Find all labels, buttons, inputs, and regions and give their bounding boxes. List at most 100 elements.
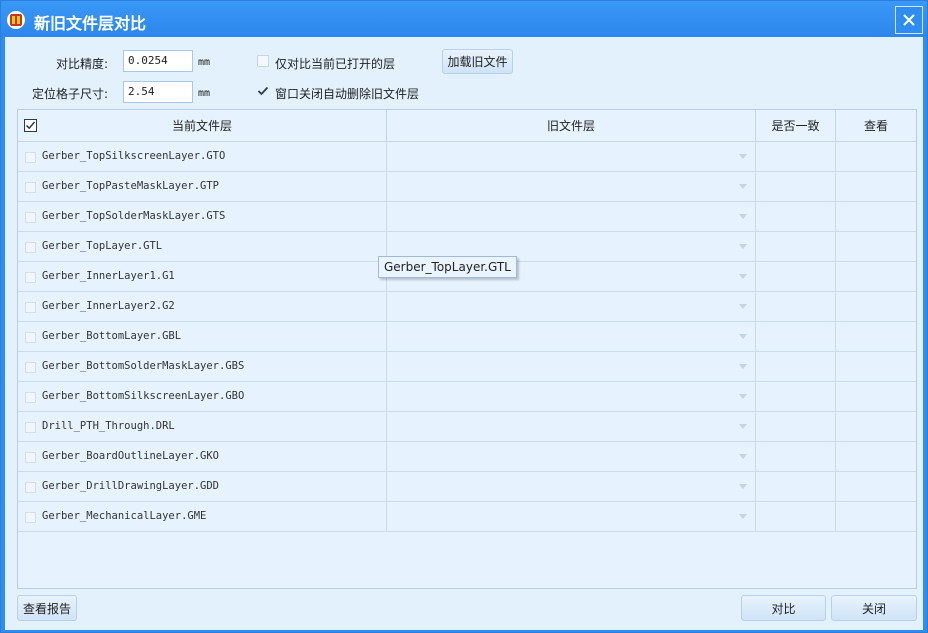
view-cell[interactable] [836,472,916,502]
old-layer-dropdown[interactable] [387,382,756,412]
table-row[interactable]: Gerber_InnerLayer2.G2 [18,292,916,322]
current-layer-name: Gerber_BoardOutlineLayer.GKO [42,450,220,462]
dropdown-arrow-icon[interactable] [739,244,747,249]
close-button[interactable] [895,6,923,34]
row-checkbox[interactable] [25,482,36,493]
dropdown-arrow-icon[interactable] [739,454,747,459]
dropdown-arrow-icon[interactable] [739,424,747,429]
auto-delete-checkbox[interactable] [256,84,270,98]
grid-size-label: 定位格子尺寸: [32,87,109,101]
view-cell[interactable] [836,262,916,292]
view-cell[interactable] [836,352,916,382]
table-row[interactable]: Drill_PTH_Through.DRL [18,412,916,442]
compare-button[interactable]: 对比 [741,595,826,621]
table-row[interactable]: Gerber_DrillDrawingLayer.GDD [18,472,916,502]
old-layer-dropdown[interactable] [387,502,756,532]
dropdown-arrow-icon[interactable] [739,484,747,489]
current-layer-name: Gerber_BottomSilkscreenLayer.GBO [42,390,245,402]
view-cell[interactable] [836,412,916,442]
row-checkbox[interactable] [25,302,36,313]
view-cell[interactable] [836,442,916,472]
title-bar[interactable]: 新旧文件层对比 [1,1,927,37]
column-current-layer[interactable]: 当前文件层 [18,110,387,142]
table-row[interactable]: Gerber_MechanicalLayer.GME [18,502,916,532]
app-logo-icon [7,11,25,29]
dropdown-arrow-icon[interactable] [739,394,747,399]
checkmark-icon [257,86,269,96]
current-layer-name: Gerber_TopPasteMaskLayer.GTP [42,180,220,192]
view-cell[interactable] [836,292,916,322]
row-checkbox[interactable] [25,362,36,373]
column-current-layer-label: 当前文件层 [171,119,232,133]
cell-current-layer: Gerber_BottomSilkscreenLayer.GBO [18,382,387,412]
old-layer-dropdown[interactable] [387,442,756,472]
old-layer-dropdown[interactable] [387,322,756,352]
old-layer-dropdown[interactable] [387,412,756,442]
dropdown-arrow-icon[interactable] [739,364,747,369]
cell-current-layer: Gerber_InnerLayer2.G2 [18,292,387,322]
current-layer-name: Gerber_BottomLayer.GBL [42,330,182,342]
dropdown-arrow-icon[interactable] [739,304,747,309]
row-checkbox[interactable] [25,392,36,403]
load-old-file-button[interactable]: 加载旧文件 [442,49,513,74]
old-layer-dropdown[interactable] [387,202,756,232]
only-open-label: 仅对比当前已打开的层 [275,57,396,71]
table-row[interactable]: Gerber_TopSolderMaskLayer.GTS [18,202,916,232]
view-cell[interactable] [836,232,916,262]
view-cell[interactable] [836,502,916,532]
table-row[interactable]: Gerber_BottomSolderMaskLayer.GBS [18,352,916,382]
row-checkbox[interactable] [25,242,36,253]
row-checkbox[interactable] [25,182,36,193]
table-row[interactable]: Gerber_TopSilkscreenLayer.GTO [18,142,916,172]
grid-size-input[interactable]: 2.54 [123,81,193,103]
dropdown-arrow-icon[interactable] [739,184,747,189]
table-row[interactable]: Gerber_BoardOutlineLayer.GKO [18,442,916,472]
old-layer-dropdown[interactable] [387,472,756,502]
cell-current-layer: Gerber_TopSolderMaskLayer.GTS [18,202,387,232]
checkmark-icon [25,121,36,130]
dropdown-arrow-icon[interactable] [739,274,747,279]
column-match[interactable]: 是否一致 [756,110,836,142]
column-old-layer[interactable]: 旧文件层 [387,110,756,142]
cell-current-layer: Gerber_DrillDrawingLayer.GDD [18,472,387,502]
row-checkbox[interactable] [25,152,36,163]
old-layer-dropdown[interactable] [387,292,756,322]
view-cell[interactable] [836,322,916,352]
table-row[interactable]: Gerber_BottomSilkscreenLayer.GBO [18,382,916,412]
row-checkbox[interactable] [25,272,36,283]
close-dialog-button[interactable]: 关闭 [831,595,917,621]
view-report-button[interactable]: 查看报告 [17,595,77,621]
only-open-checkbox[interactable] [257,55,269,67]
view-cell[interactable] [836,142,916,172]
view-cell[interactable] [836,382,916,412]
precision-unit: mm [198,57,211,68]
row-checkbox[interactable] [25,452,36,463]
cell-current-layer: Gerber_MechanicalLayer.GME [18,502,387,532]
cell-current-layer: Gerber_InnerLayer1.G1 [18,262,387,292]
old-layer-dropdown[interactable] [387,142,756,172]
precision-input[interactable]: 0.0254 [123,50,193,72]
current-layer-name: Gerber_MechanicalLayer.GME [42,510,207,522]
dropdown-arrow-icon[interactable] [739,154,747,159]
row-checkbox[interactable] [25,332,36,343]
table-row[interactable]: Gerber_BottomLayer.GBL [18,322,916,352]
layer-compare-table: 当前文件层 旧文件层 是否一致 查看 Gerber_TopSilkscreenL… [17,109,917,589]
match-cell [756,172,836,202]
cell-current-layer: Drill_PTH_Through.DRL [18,412,387,442]
match-cell [756,142,836,172]
dropdown-arrow-icon[interactable] [739,514,747,519]
table-row[interactable]: Gerber_TopPasteMaskLayer.GTP [18,172,916,202]
dropdown-arrow-icon[interactable] [739,334,747,339]
old-layer-dropdown[interactable] [387,352,756,382]
row-checkbox[interactable] [25,212,36,223]
dropdown-arrow-icon[interactable] [739,214,747,219]
view-cell[interactable] [836,172,916,202]
column-view[interactable]: 查看 [836,110,916,142]
match-cell [756,472,836,502]
row-checkbox[interactable] [25,422,36,433]
row-checkbox[interactable] [25,512,36,523]
old-layer-dropdown[interactable] [387,172,756,202]
view-cell[interactable] [836,202,916,232]
match-cell [756,412,836,442]
select-all-checkbox[interactable] [24,119,37,132]
